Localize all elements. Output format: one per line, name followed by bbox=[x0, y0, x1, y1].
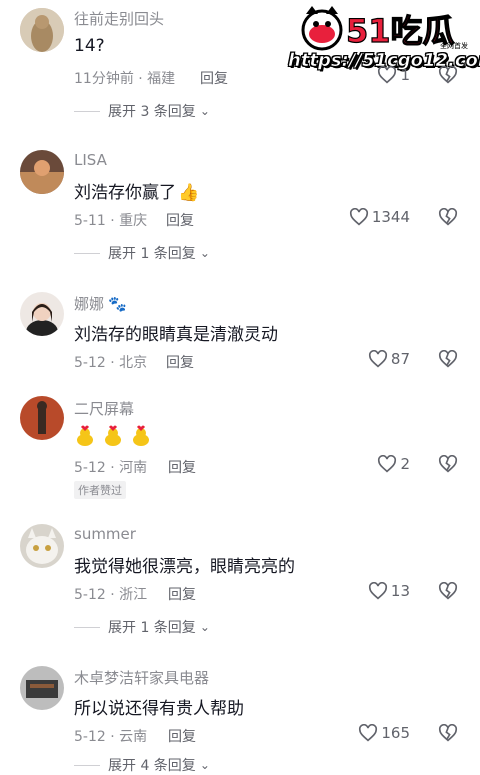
expand-replies[interactable]: 展开 3 条回复 ⌄ bbox=[74, 101, 210, 121]
like-count: 165 bbox=[381, 724, 410, 742]
comment-meta: 5-12 · 北京 bbox=[74, 355, 148, 371]
avatar[interactable] bbox=[20, 292, 64, 336]
dislike-button[interactable] bbox=[438, 581, 458, 604]
dislike-button[interactable] bbox=[438, 454, 458, 477]
paw-icon: 🐾 bbox=[108, 295, 127, 313]
comment-meta: 5-12 · 浙江 bbox=[74, 587, 148, 603]
expand-label: 展开 3 条回复 bbox=[108, 104, 196, 120]
comment-text: 所以说还得有贵人帮助 bbox=[74, 699, 244, 719]
heart-icon bbox=[378, 66, 397, 84]
like-count: 1 bbox=[400, 66, 410, 84]
like-count: 1344 bbox=[371, 208, 410, 226]
avatar[interactable] bbox=[20, 8, 64, 52]
divider bbox=[74, 252, 100, 254]
comment-meta: 5-12 · 云南 bbox=[74, 729, 148, 745]
avatar[interactable] bbox=[20, 396, 64, 440]
dislike-button[interactable] bbox=[438, 207, 458, 230]
duck-heart-emoji-icon bbox=[105, 425, 121, 446]
like-button[interactable]: 1 bbox=[377, 66, 410, 84]
comment-text: 我觉得她很漂亮，眼睛亮亮的 bbox=[74, 557, 295, 577]
expand-label: 展开 1 条回复 bbox=[108, 246, 196, 262]
reply-button[interactable]: 回复 bbox=[168, 457, 196, 477]
comment-text: 刘浩存的眼睛真是清澈灵动 bbox=[74, 325, 278, 345]
username[interactable]: 往前走别回头 bbox=[74, 8, 164, 29]
reply-button[interactable]: 回复 bbox=[200, 68, 228, 88]
username[interactable]: 二尺屏幕 bbox=[74, 398, 134, 419]
chevron-down-icon: ⌄ bbox=[199, 246, 210, 260]
chevron-down-icon: ⌄ bbox=[199, 758, 210, 772]
divider bbox=[74, 110, 100, 112]
reply-button[interactable]: 回复 bbox=[166, 210, 194, 230]
like-button[interactable]: 165 bbox=[358, 724, 410, 742]
like-button[interactable]: 1344 bbox=[349, 208, 410, 226]
expand-replies[interactable]: 展开 4 条回复 ⌄ bbox=[74, 755, 210, 775]
comment-meta: 5-12 · 河南 bbox=[74, 460, 148, 476]
emoji-row bbox=[74, 424, 152, 446]
like-count: 87 bbox=[390, 350, 410, 368]
chevron-down-icon: ⌄ bbox=[199, 104, 210, 118]
expand-replies[interactable]: 展开 1 条回复 ⌄ bbox=[74, 243, 210, 263]
broken-heart-icon bbox=[438, 349, 458, 368]
broken-heart-icon bbox=[438, 207, 458, 226]
avatar[interactable] bbox=[20, 524, 64, 568]
like-count: 2 bbox=[400, 455, 410, 473]
divider bbox=[74, 626, 100, 628]
like-button[interactable]: 87 bbox=[368, 350, 410, 368]
comment-text: 刘浩存你赢了 👍 bbox=[74, 183, 200, 203]
reply-button[interactable]: 回复 bbox=[168, 726, 196, 746]
username[interactable]: 木卓梦洁轩家具电器 bbox=[74, 667, 209, 688]
svg-text:51吃瓜: 51吃瓜 bbox=[346, 12, 455, 50]
broken-heart-icon bbox=[438, 65, 458, 84]
heart-icon bbox=[378, 455, 397, 473]
author-liked-badge: 作者赞过 bbox=[74, 481, 126, 499]
expand-replies[interactable]: 展开 1 条回复 ⌄ bbox=[74, 617, 210, 637]
like-button[interactable]: 13 bbox=[368, 582, 410, 600]
comment-meta: 11分钟前 · 福建 bbox=[74, 71, 176, 87]
username[interactable]: summer bbox=[74, 525, 136, 543]
like-count: 13 bbox=[390, 582, 410, 600]
dislike-button[interactable] bbox=[438, 349, 458, 372]
reply-button[interactable]: 回复 bbox=[168, 584, 196, 604]
heart-icon bbox=[359, 724, 378, 742]
avatar[interactable] bbox=[20, 666, 64, 710]
expand-label: 展开 4 条回复 bbox=[108, 758, 196, 774]
avatar[interactable] bbox=[20, 150, 64, 194]
heart-icon bbox=[349, 208, 368, 226]
svg-text:全网首发: 全网首发 bbox=[440, 41, 468, 50]
comment-meta: 5-11 · 重庆 bbox=[74, 213, 148, 229]
like-button[interactable]: 2 bbox=[377, 455, 410, 473]
dislike-button[interactable] bbox=[438, 65, 458, 88]
thumbs-up-icon: 👍 bbox=[178, 183, 200, 203]
comment-text: 14? bbox=[74, 36, 105, 56]
username[interactable]: 娜娜 🐾 bbox=[74, 293, 127, 314]
broken-heart-icon bbox=[438, 723, 458, 742]
reply-button[interactable]: 回复 bbox=[166, 352, 194, 372]
dislike-button[interactable] bbox=[438, 723, 458, 746]
broken-heart-icon bbox=[438, 454, 458, 473]
duck-heart-emoji-icon bbox=[77, 425, 93, 446]
broken-heart-icon bbox=[438, 581, 458, 600]
chevron-down-icon: ⌄ bbox=[199, 620, 210, 634]
username[interactable]: LISA bbox=[74, 151, 107, 169]
heart-icon bbox=[368, 582, 387, 600]
heart-icon bbox=[368, 350, 387, 368]
divider bbox=[74, 764, 100, 766]
expand-label: 展开 1 条回复 bbox=[108, 620, 196, 636]
duck-heart-emoji-icon bbox=[133, 425, 149, 446]
